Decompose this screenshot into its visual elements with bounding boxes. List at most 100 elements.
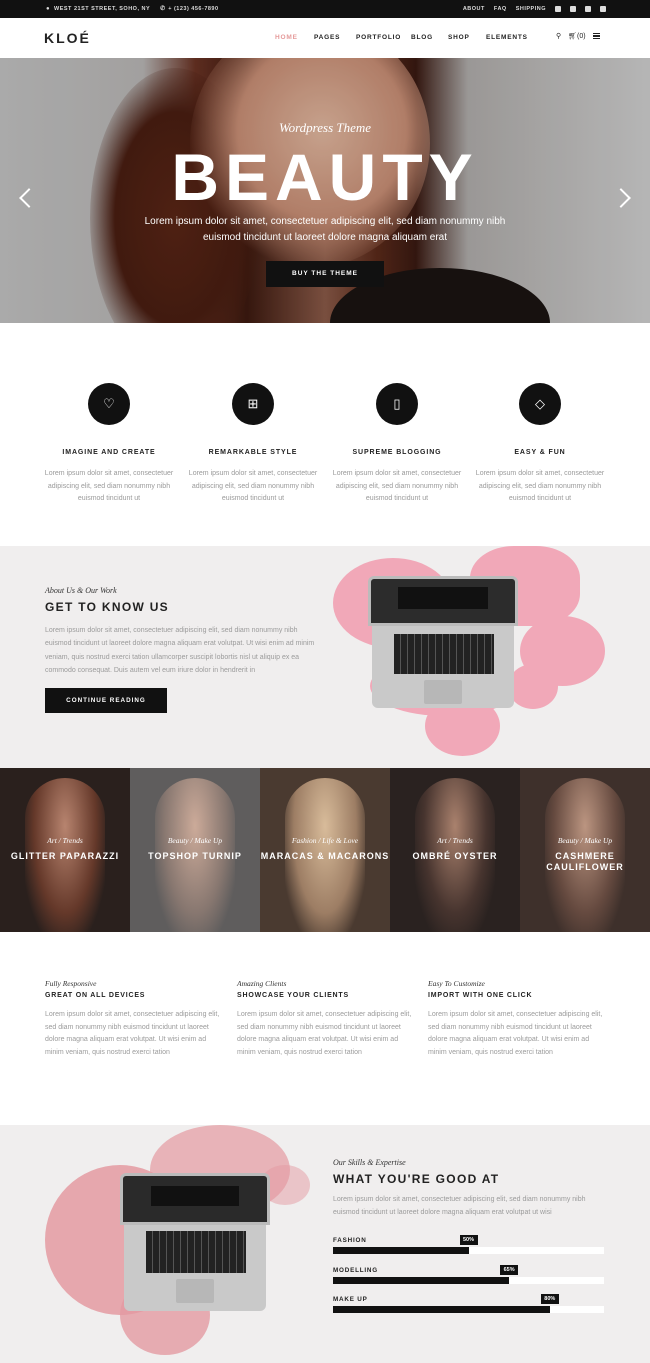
feature-item: ♡ IMAGINE AND CREATE Lorem ipsum dolor s… (44, 383, 174, 506)
laptop-image (368, 576, 518, 708)
skill-label: MAKE UP (333, 1296, 368, 1303)
menu-item-elements[interactable]: ELEMENTS (486, 34, 536, 41)
info-text: Lorem ipsum dolor sit amet, consectetuer… (237, 1011, 412, 1056)
skills-section: Our Skills & Expertise WHAT YOU'RE GOOD … (0, 1125, 650, 1363)
portfolio-title: MARACAS & MACARONS (260, 851, 390, 861)
menu-item-blog[interactable]: BLOG (411, 34, 448, 41)
about-kicker: About Us & Our Work (45, 586, 117, 595)
info-text: Lorem ipsum dolor sit amet, consectetuer… (45, 1011, 220, 1056)
portfolio-item[interactable]: Beauty / Make Up CASHMERE CAULIFLOWER (520, 768, 650, 932)
info-text: Lorem ipsum dolor sit amet, consectetuer… (428, 1011, 603, 1056)
feature-text: Lorem ipsum dolor sit amet, consectetuer… (44, 470, 174, 502)
portfolio-grid: Art / Trends GLITTER PAPARAZZI Beauty / … (0, 768, 650, 932)
info-title: IMPORT WITH ONE CLICK (428, 992, 533, 999)
pinterest-icon[interactable] (585, 6, 591, 12)
portfolio-category: Beauty / Make Up (167, 836, 223, 845)
cart-count: (0) (577, 33, 586, 40)
portfolio-category: Beauty / Make Up (557, 836, 613, 845)
site-logo[interactable]: KLOÉ (44, 30, 91, 46)
info-column: Easy To Customize IMPORT WITH ONE CLICK … (428, 979, 603, 1059)
top-link-about[interactable]: ABOUT (463, 6, 485, 12)
top-bar: ● WEST 21ST STREET, SOHO, NY ✆ + (123) 4… (0, 0, 650, 18)
skill-label: MODELLING (333, 1267, 378, 1274)
menu-item-shop[interactable]: SHOP (448, 34, 486, 41)
feature-item: ◇ EASY & FUN Lorem ipsum dolor sit amet,… (475, 383, 605, 506)
portfolio-item[interactable]: Art / Trends GLITTER PAPARAZZI (0, 768, 130, 932)
about-section: About Us & Our Work GET TO KNOW US Lorem… (0, 546, 650, 768)
info-kicker: Amazing Clients (237, 979, 287, 988)
info-title: SHOWCASE YOUR CLIENTS (237, 992, 349, 999)
feature-item: ▯ SUPREME BLOGGING Lorem ipsum dolor sit… (332, 383, 462, 506)
info-section: Fully Responsive GREAT ON ALL DEVICES Lo… (0, 932, 650, 1125)
feature-title: REMARKABLE STYLE (208, 449, 298, 456)
hero-text: Lorem ipsum dolor sit amet, consectetuer… (144, 216, 506, 243)
features-section: ♡ IMAGINE AND CREATE Lorem ipsum dolor s… (0, 323, 650, 546)
main-menu: HOME PAGES PORTFOLIO BLOG SHOP ELEMENTS (275, 34, 536, 41)
address-text: WEST 21ST STREET, SOHO, NY (54, 6, 151, 12)
menu-item-pages[interactable]: PAGES (314, 34, 356, 41)
about-title: GET TO KNOW US (45, 600, 169, 614)
gift-icon: ⊞ (232, 383, 274, 425)
skill-percent-badge: 50% (459, 1235, 478, 1245)
map-pin-icon: ● (46, 6, 51, 12)
hamburger-menu-icon[interactable] (592, 33, 600, 39)
top-link-shipping[interactable]: SHIPPING (516, 6, 546, 12)
cart-icon: 🛒︎ (568, 33, 578, 40)
info-title: GREAT ON ALL DEVICES (45, 992, 146, 999)
hero-title: BEAUTY (171, 140, 479, 214)
skill-label: FASHION (333, 1237, 367, 1244)
instagram-icon[interactable] (600, 6, 606, 12)
cart-button[interactable]: 🛒︎(0) (568, 32, 585, 40)
info-column: Fully Responsive GREAT ON ALL DEVICES Lo… (45, 979, 220, 1059)
location-info: ● WEST 21ST STREET, SOHO, NY (46, 6, 150, 12)
info-kicker: Easy To Customize (428, 979, 485, 988)
phone-info: ✆ + (123) 456-7890 (160, 6, 218, 12)
skill-fill (333, 1277, 510, 1284)
skill-track: 50% (333, 1235, 604, 1254)
feature-title: SUPREME BLOGGING (352, 449, 442, 456)
skills-title: WHAT YOU'RE GOOD AT (333, 1172, 500, 1186)
phone-icon: ✆ (160, 6, 166, 12)
search-icon[interactable]: ⚲ (556, 32, 561, 40)
portfolio-category: Fashion / Life & Love (291, 836, 359, 845)
portfolio-title: OMBRÉ OYSTER (412, 851, 498, 861)
heart-icon: ♡ (88, 383, 130, 425)
feature-title: EASY & FUN (514, 449, 566, 456)
tag-icon: ◇ (519, 383, 561, 425)
skills-text: Lorem ipsum dolor sit amet, consectetuer… (333, 1196, 586, 1217)
buy-theme-button[interactable]: BUY THE THEME (266, 261, 384, 287)
facebook-icon[interactable] (555, 6, 561, 12)
hero-subtitle: Wordpress Theme (278, 120, 372, 135)
top-link-faq[interactable]: FAQ (494, 6, 507, 12)
info-kicker: Fully Responsive (45, 979, 97, 988)
portfolio-item[interactable]: Art / Trends OMBRÉ OYSTER (390, 768, 520, 932)
skills-kicker: Our Skills & Expertise (333, 1158, 406, 1167)
skill-track: 80% (333, 1294, 604, 1313)
skill-fill (333, 1247, 469, 1254)
feature-text: Lorem ipsum dolor sit amet, consectetuer… (188, 470, 318, 502)
phone-text: + (123) 456-7890 (168, 6, 219, 12)
laptop-image (120, 1173, 270, 1313)
menu-item-portfolio[interactable]: PORTFOLIO (356, 34, 411, 41)
portfolio-title: TOPSHOP TURNIP (148, 851, 242, 861)
feature-item: ⊞ REMARKABLE STYLE Lorem ipsum dolor sit… (188, 383, 318, 506)
hero-slider: Wordpress Theme BEAUTY Lorem ipsum dolor… (0, 58, 650, 323)
feature-text: Lorem ipsum dolor sit amet, consectetuer… (332, 470, 462, 502)
twitter-icon[interactable] (570, 6, 576, 12)
info-column: Amazing Clients SHOWCASE YOUR CLIENTS Lo… (237, 979, 412, 1059)
menu-item-home[interactable]: HOME (275, 34, 314, 41)
portfolio-item[interactable]: Beauty / Make Up TOPSHOP TURNIP (130, 768, 260, 932)
skill-fill (333, 1306, 550, 1313)
continue-reading-button[interactable]: CONTINUE READING (45, 688, 167, 713)
portfolio-title: CASHMERE CAULIFLOWER (546, 851, 624, 872)
portfolio-category: Art / Trends (47, 836, 83, 845)
portfolio-category: Art / Trends (437, 836, 473, 845)
clipboard-icon: ▯ (376, 383, 418, 425)
about-text: Lorem ipsum dolor sit amet, consectetuer… (45, 627, 315, 674)
feature-text: Lorem ipsum dolor sit amet, consectetuer… (475, 470, 605, 502)
skill-percent-badge: 80% (540, 1294, 559, 1304)
skill-percent-badge: 65% (500, 1265, 519, 1275)
portfolio-item[interactable]: Fashion / Life & Love MARACAS & MACARONS (260, 768, 390, 932)
main-navigation: KLOÉ HOME PAGES PORTFOLIO BLOG SHOP ELEM… (0, 18, 650, 58)
portfolio-title: GLITTER PAPARAZZI (10, 851, 120, 861)
